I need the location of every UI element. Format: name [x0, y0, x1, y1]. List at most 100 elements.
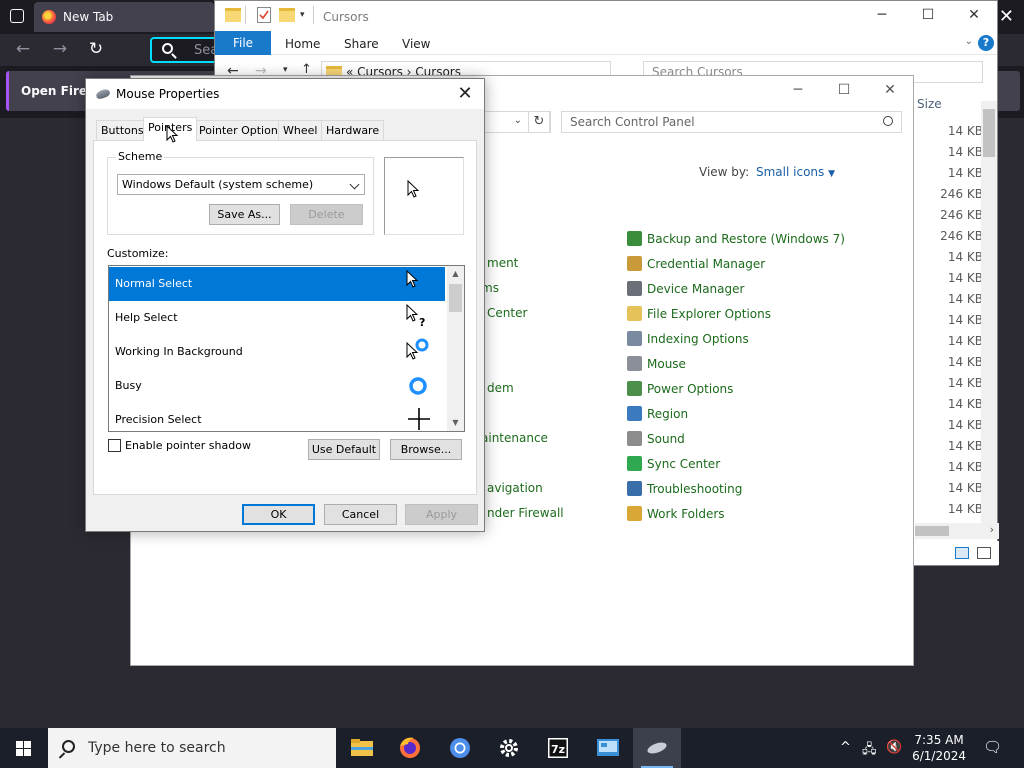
notifications-icon[interactable]: 🗨 [983, 738, 1002, 756]
scroll-down-icon[interactable]: ▼ [447, 415, 464, 431]
taskbar-search-input[interactable]: Type here to search [48, 728, 336, 768]
tab-pointer-options[interactable]: Pointer Options [194, 120, 289, 140]
close-icon[interactable]: ✕ [951, 7, 997, 23]
tab-hardware[interactable]: Hardware [321, 120, 385, 140]
scroll-right-icon[interactable]: › [990, 523, 994, 536]
scroll-thumb[interactable] [449, 284, 462, 312]
minimize-icon[interactable]: ─ [859, 7, 905, 23]
control-panel-item[interactable]: avigation [487, 481, 543, 495]
url-bar[interactable]: Sea [150, 37, 220, 63]
tab-wheel[interactable]: Wheel [278, 120, 323, 140]
explorer-status-bar [915, 541, 999, 565]
address-dropdown-icon[interactable]: ⌄ [514, 115, 522, 126]
file-explorer-icon[interactable] [338, 728, 386, 768]
recent-locations-icon[interactable]: ▾ [283, 65, 288, 75]
search-placeholder: Search Control Panel [570, 115, 695, 129]
pointer-list[interactable]: Normal Select Help Select ? Working In B… [108, 265, 465, 432]
control-panel-item[interactable]: Region [627, 406, 688, 421]
svg-text:7z: 7z [551, 743, 565, 756]
chromium-icon[interactable] [436, 728, 484, 768]
control-panel-item[interactable]: Device Manager [627, 281, 744, 296]
control-panel-item[interactable]: Troubleshooting [627, 481, 742, 496]
firefox-icon[interactable] [386, 728, 434, 768]
properties-icon[interactable] [257, 7, 271, 23]
control-panel-item[interactable]: Mouse [627, 356, 686, 371]
control-panel-item[interactable]: aintenance [481, 431, 548, 445]
explorer-vertical-scrollbar[interactable] [981, 101, 997, 523]
cancel-button[interactable]: Cancel [324, 504, 397, 525]
start-button[interactable] [0, 728, 48, 768]
7zip-icon[interactable]: 7z [534, 728, 582, 768]
view-by-dropdown[interactable]: Small icons ▼ [756, 165, 835, 179]
details-view-icon[interactable] [955, 547, 969, 559]
large-icons-view-icon[interactable] [977, 547, 991, 559]
ribbon-tab-share[interactable]: Share [344, 37, 379, 51]
close-icon[interactable]: ✕ [867, 82, 913, 98]
control-panel-item[interactable]: Sound [627, 431, 685, 446]
list-item[interactable]: Help Select ? [109, 301, 445, 335]
control-panel-item[interactable]: nder Firewall [487, 506, 564, 520]
minimize-icon[interactable]: ─ [775, 82, 821, 98]
forward-icon[interactable]: → [49, 39, 71, 59]
scheme-select[interactable]: Windows Default (system scheme) [117, 174, 365, 195]
ok-button[interactable]: OK [242, 504, 315, 525]
list-item[interactable]: Working In Background [109, 335, 445, 369]
browse-button[interactable]: Browse... [390, 439, 462, 460]
tab-overview-icon[interactable] [10, 9, 24, 23]
mouse-properties-icon[interactable] [633, 728, 681, 768]
customize-toolbar-icon[interactable]: ▾ [300, 10, 305, 24]
network-icon[interactable]: 🖧 [862, 740, 877, 762]
firefox-close-icon[interactable]: ✕ [999, 6, 1014, 27]
list-item[interactable]: Normal Select [109, 267, 445, 301]
refresh-icon[interactable]: ↻ [528, 111, 550, 133]
scroll-thumb[interactable] [983, 109, 995, 157]
scroll-thumb[interactable] [915, 526, 949, 536]
volume-muted-icon[interactable]: 🔇 [886, 740, 902, 755]
save-as-button[interactable]: Save As... [209, 204, 280, 225]
size-column-header[interactable]: Size [917, 97, 942, 111]
explorer-horizontal-scrollbar[interactable]: › [915, 523, 999, 539]
file-size: 14 KB [947, 439, 983, 453]
control-panel-item[interactable]: Indexing Options [627, 331, 749, 346]
list-item[interactable]: Busy [109, 369, 445, 403]
ribbon-tab-file[interactable]: File [215, 31, 271, 55]
back-icon[interactable]: ← [12, 39, 34, 59]
use-default-button[interactable]: Use Default [308, 439, 380, 460]
control-panel-item[interactable]: Power Options [627, 381, 733, 396]
pointer-list-scrollbar[interactable]: ▲ ▼ [447, 266, 464, 431]
close-icon[interactable]: ✕ [454, 83, 476, 104]
settings-icon[interactable] [485, 728, 533, 768]
control-panel-item[interactable]: Credential Manager [627, 256, 765, 271]
control-panel-item[interactable]: Backup and Restore (Windows 7) [627, 231, 845, 246]
maximize-icon[interactable]: ☐ [905, 7, 951, 23]
tab-buttons[interactable]: Buttons [96, 120, 149, 140]
file-size: 14 KB [947, 376, 983, 390]
pointer-shadow-checkbox[interactable] [108, 439, 121, 452]
firefox-tab[interactable]: New Tab [34, 2, 214, 32]
folder-options-icon [627, 306, 642, 321]
delete-button[interactable]: Delete [290, 204, 363, 225]
maximize-icon[interactable]: ☐ [821, 82, 867, 98]
new-folder-icon[interactable] [279, 8, 295, 22]
control-panel-item[interactable]: Center [487, 306, 527, 320]
mouse-cursor-icon [166, 125, 179, 143]
apply-button[interactable]: Apply [405, 504, 478, 525]
list-item[interactable]: Precision Select [109, 403, 445, 431]
control-panel-item[interactable]: Work Folders [627, 506, 725, 521]
arrow-cursor-icon [407, 180, 420, 198]
clock[interactable]: 7:35 AM 6/1/2024 [912, 732, 966, 764]
control-panel-item[interactable]: ment [487, 256, 518, 270]
control-panel-item[interactable]: dem [487, 381, 514, 395]
ribbon-tab-view[interactable]: View [402, 37, 430, 51]
control-panel-item[interactable]: File Explorer Options [627, 306, 771, 321]
help-icon[interactable]: ? [978, 35, 994, 51]
indexing-icon [627, 331, 642, 346]
scroll-up-icon[interactable]: ▲ [447, 266, 464, 282]
reload-icon[interactable]: ↻ [85, 39, 107, 59]
control-panel-item[interactable]: Sync Center [627, 456, 720, 471]
control-panel-search-input[interactable]: Search Control Panel [561, 111, 902, 133]
control-panel-icon[interactable] [584, 728, 632, 768]
expand-ribbon-icon[interactable]: ⌄ [965, 36, 973, 47]
ribbon-tab-home[interactable]: Home [285, 37, 320, 51]
show-hidden-icons-icon[interactable]: ^ [840, 740, 851, 755]
